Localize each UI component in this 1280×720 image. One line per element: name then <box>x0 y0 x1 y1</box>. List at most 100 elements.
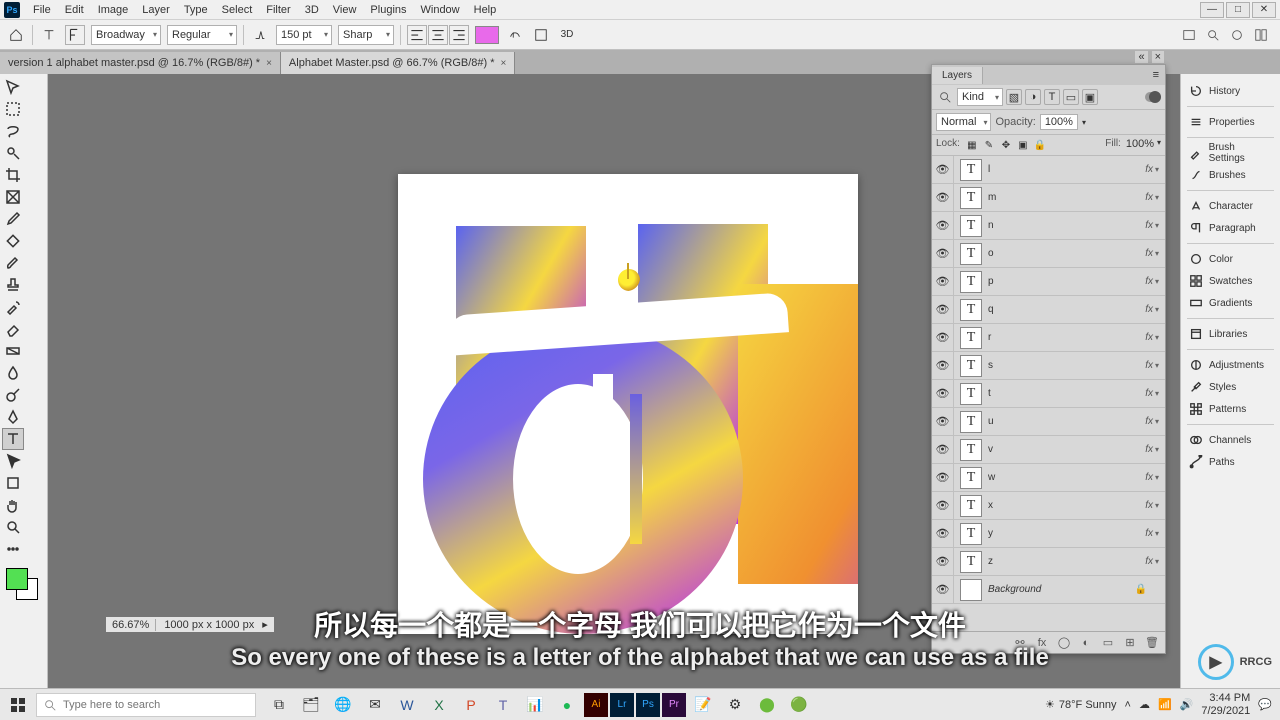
menu-view[interactable]: View <box>326 2 364 18</box>
app-icon[interactable]: ⚙ <box>720 690 750 720</box>
history-brush-tool[interactable] <box>2 296 24 318</box>
weather-widget[interactable]: ☀78°F Sunny <box>1045 698 1116 711</box>
lock-artboard-icon[interactable]: ▣ <box>1016 138 1030 152</box>
layer-item[interactable]: 👁Txfx▾ <box>932 492 1165 520</box>
volume-icon[interactable]: 🔊 <box>1180 698 1194 711</box>
delete-layer-icon[interactable]: 🗑 <box>1145 636 1159 650</box>
fx-badge[interactable]: fx <box>1145 500 1155 511</box>
layer-name[interactable]: y <box>988 528 1145 539</box>
camtasia-icon[interactable]: ⬤ <box>752 690 782 720</box>
fx-badge[interactable]: fx <box>1145 528 1155 539</box>
visibility-icon[interactable]: 👁 <box>932 436 954 463</box>
layer-name[interactable]: v <box>988 444 1145 455</box>
font-family-select[interactable]: Broadway <box>91 25 161 45</box>
search-input[interactable] <box>63 699 249 711</box>
healing-tool[interactable] <box>2 230 24 252</box>
visibility-icon[interactable]: 👁 <box>932 492 954 519</box>
menu-3d[interactable]: 3D <box>298 2 326 18</box>
lock-position-icon[interactable]: ✥ <box>999 138 1013 152</box>
align-left-button[interactable] <box>407 25 427 45</box>
blend-mode-select[interactable]: Normal <box>936 113 991 131</box>
layer-name[interactable]: u <box>988 416 1145 427</box>
tray-chevron-icon[interactable]: ˄ <box>1125 699 1131 711</box>
lock-icon[interactable]: 🔒 <box>1135 584 1165 595</box>
layer-name[interactable]: q <box>988 304 1145 315</box>
mail-icon[interactable]: ✉ <box>360 690 390 720</box>
fx-badge[interactable]: fx <box>1145 332 1155 343</box>
layer-name[interactable]: m <box>988 192 1145 203</box>
type-tool[interactable] <box>2 428 24 450</box>
wifi-icon[interactable]: 📶 <box>1158 698 1172 711</box>
fx-badge[interactable]: fx <box>1145 192 1155 203</box>
panel-swatches[interactable]: Swatches <box>1181 270 1280 292</box>
eraser-tool[interactable] <box>2 318 24 340</box>
stamp-tool[interactable] <box>2 274 24 296</box>
search-icon[interactable] <box>1204 26 1222 44</box>
text-orientation-toggle[interactable] <box>65 25 85 45</box>
word-icon[interactable]: W <box>392 690 422 720</box>
gradient-tool[interactable] <box>2 340 24 362</box>
link-layers-icon[interactable]: ⚯ <box>1013 636 1027 650</box>
new-fill-icon[interactable]: ◐ <box>1079 636 1093 650</box>
start-button[interactable] <box>0 689 36 720</box>
panel-brush-settings[interactable]: Brush Settings <box>1181 142 1280 164</box>
chevron-down-icon[interactable]: ▾ <box>1155 557 1165 566</box>
panel-libraries[interactable]: Libraries <box>1181 323 1280 345</box>
zoom-tool[interactable] <box>2 516 24 538</box>
status-chevron-icon[interactable]: ▸ <box>262 618 268 631</box>
layer-name[interactable]: l <box>988 164 1145 175</box>
photoshop-icon[interactable]: Ps <box>636 693 660 717</box>
notifications-icon[interactable]: 💬 <box>1258 698 1272 711</box>
visibility-icon[interactable]: 👁 <box>932 212 954 239</box>
artboard[interactable] <box>398 174 858 634</box>
layer-item[interactable]: 👁Tpfx▾ <box>932 268 1165 296</box>
layer-item[interactable]: 👁Tufx▾ <box>932 408 1165 436</box>
filter-shape-icon[interactable]: ▭ <box>1063 89 1079 105</box>
layer-item[interactable]: 👁Trfx▾ <box>932 324 1165 352</box>
panel-styles[interactable]: Styles <box>1181 376 1280 398</box>
menu-plugins[interactable]: Plugins <box>363 2 413 18</box>
visibility-icon[interactable]: 👁 <box>932 296 954 323</box>
window-maximize-button[interactable]: □ <box>1226 2 1250 18</box>
chevron-down-icon[interactable]: ▾ <box>1155 193 1165 202</box>
chevron-down-icon[interactable]: ▾ <box>1155 529 1165 538</box>
cloud-docs-icon[interactable] <box>1180 26 1198 44</box>
anti-alias-select[interactable]: Sharp <box>338 25 394 45</box>
move-tool[interactable] <box>2 76 24 98</box>
layer-name[interactable]: s <box>988 360 1145 371</box>
menu-layer[interactable]: Layer <box>135 2 177 18</box>
layers-tab[interactable]: Layers <box>932 67 983 84</box>
fx-badge[interactable]: fx <box>1145 220 1155 231</box>
layer-item[interactable]: 👁Tlfx▾ <box>932 156 1165 184</box>
chevron-down-icon[interactable]: ▾ <box>1155 501 1165 510</box>
panel-adjustments[interactable]: Adjustments <box>1181 354 1280 376</box>
clock[interactable]: 3:44 PM 7/29/2021 <box>1201 692 1250 716</box>
quick-select-tool[interactable] <box>2 142 24 164</box>
layer-item[interactable]: 👁Tzfx▾ <box>932 548 1165 576</box>
fx-badge[interactable]: fx <box>1145 388 1155 399</box>
fx-badge[interactable]: fx <box>1145 472 1155 483</box>
panel-paths[interactable]: Paths <box>1181 451 1280 473</box>
warp-text-button[interactable] <box>505 25 525 45</box>
filter-pixel-icon[interactable]: ▧ <box>1006 89 1022 105</box>
workspace-icon[interactable] <box>1252 26 1270 44</box>
filter-type-icon[interactable]: T <box>1044 89 1060 105</box>
panel-channels[interactable]: Channels <box>1181 429 1280 451</box>
align-center-button[interactable] <box>428 25 448 45</box>
layer-mask-icon[interactable]: ◯ <box>1057 636 1071 650</box>
visibility-icon[interactable]: 👁 <box>932 240 954 267</box>
taskbar-search[interactable] <box>36 693 256 717</box>
font-style-select[interactable]: Regular <box>167 25 237 45</box>
menu-window[interactable]: Window <box>414 2 467 18</box>
visibility-icon[interactable]: 👁 <box>932 324 954 351</box>
layer-item-background[interactable]: 👁Background🔒 <box>932 576 1165 604</box>
new-layer-icon[interactable]: ⊞ <box>1123 636 1137 650</box>
lock-all-icon[interactable]: 🔒 <box>1033 138 1047 152</box>
search-icon[interactable] <box>936 88 954 106</box>
fx-badge[interactable]: fx <box>1145 276 1155 287</box>
lasso-tool[interactable] <box>2 120 24 142</box>
explorer-icon[interactable]: 🗂 <box>296 690 326 720</box>
layer-list[interactable]: 👁Tlfx▾👁Tmfx▾👁Tnfx▾👁Tofx▾👁Tpfx▾👁Tqfx▾👁Trf… <box>932 156 1165 631</box>
visibility-icon[interactable]: 👁 <box>932 184 954 211</box>
type-tool-icon[interactable] <box>39 25 59 45</box>
